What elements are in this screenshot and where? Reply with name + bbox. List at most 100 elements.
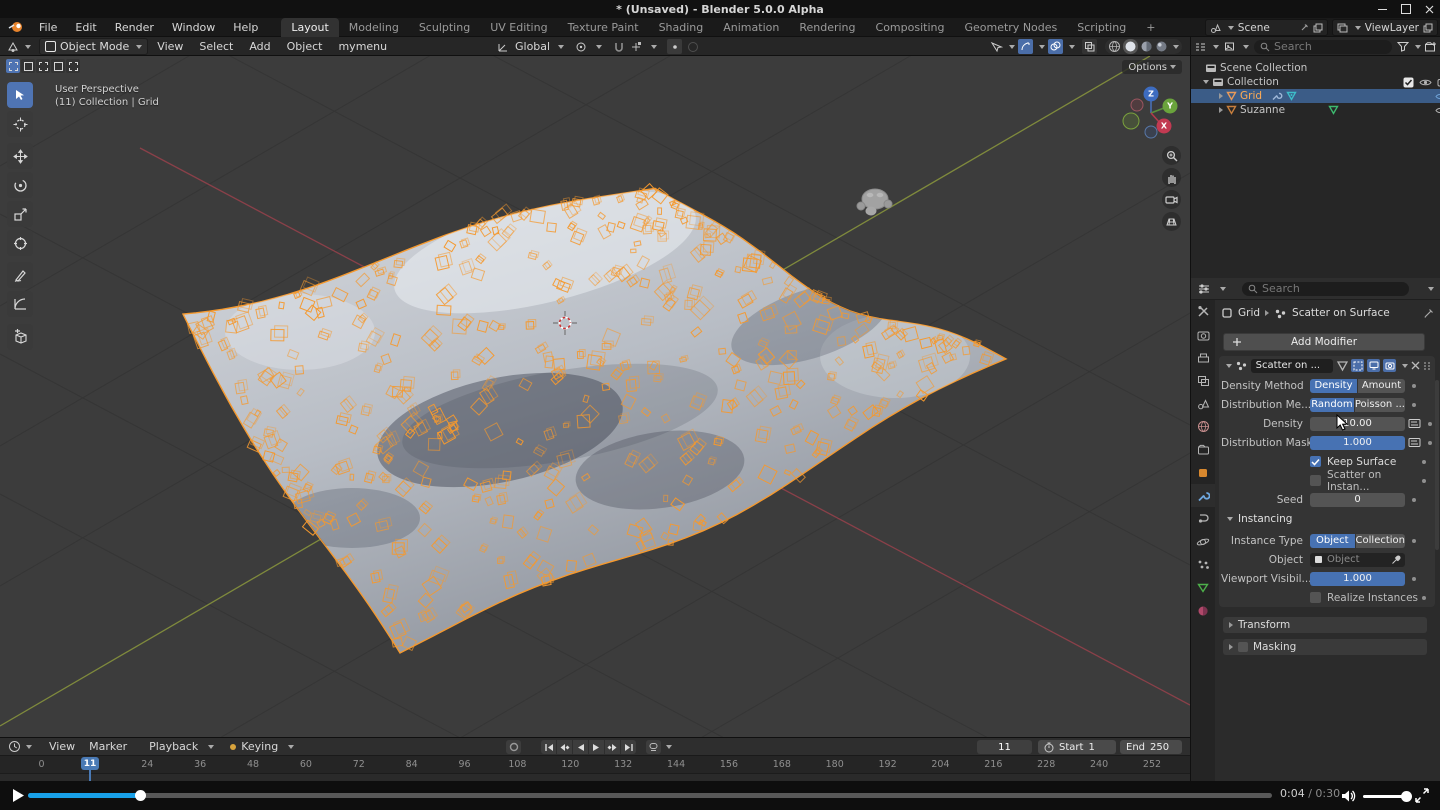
tab-layout[interactable]: Layout	[281, 18, 338, 37]
breadcrumb-modifier[interactable]: Scatter on Surface	[1292, 307, 1390, 319]
timeline-menu-view[interactable]: View	[42, 740, 82, 753]
tool-measure[interactable]	[7, 291, 33, 317]
editor-type-icon[interactable]	[6, 40, 20, 53]
blender-logo-icon[interactable]	[8, 21, 24, 33]
attribute-toggle-icon[interactable]	[1408, 418, 1421, 429]
distribution-poisson[interactable]: Poisson ...	[1355, 398, 1405, 412]
orthographic-toggle-button[interactable]	[1162, 212, 1181, 231]
jump-to-end-button[interactable]	[621, 740, 636, 754]
tab-object[interactable]	[1191, 461, 1215, 484]
orientation-label[interactable]: Global	[515, 40, 550, 53]
xray-toggle-icon[interactable]	[1082, 39, 1097, 54]
outliner-filter-id-icon[interactable]	[1224, 41, 1237, 53]
tab-rendering[interactable]: Rendering	[789, 18, 865, 37]
player-progress-track[interactable]	[28, 793, 1272, 798]
menu-file[interactable]: File	[30, 21, 66, 34]
volume-knob[interactable]	[1401, 791, 1412, 802]
outliner-row-suzanne[interactable]: Suzanne	[1191, 103, 1440, 117]
tool-rotate[interactable]	[7, 172, 33, 198]
modifier-panel-header[interactable]: Scatter on ...	[1219, 356, 1435, 375]
shading-rendered-icon[interactable]	[1155, 40, 1168, 53]
tab-view-layer[interactable]	[1191, 369, 1215, 392]
tab-particles[interactable]	[1191, 553, 1215, 576]
play-reverse-button[interactable]	[573, 740, 588, 754]
menu-help[interactable]: Help	[224, 21, 267, 34]
jump-to-start-button[interactable]	[541, 740, 556, 754]
modifier-extras-dropdown[interactable]	[1402, 364, 1408, 368]
animate-dot[interactable]	[1422, 596, 1426, 600]
hide-eye-icon[interactable]	[1435, 106, 1440, 115]
outliner-row-grid[interactable]: Grid	[1191, 89, 1440, 103]
animate-dot[interactable]	[1412, 539, 1416, 543]
menu-select[interactable]: Select	[192, 40, 240, 53]
select-mode-new[interactable]	[6, 59, 20, 73]
next-keyframe-button[interactable]	[605, 740, 620, 754]
outliner-row-scene-collection[interactable]: Scene Collection	[1191, 61, 1440, 75]
pin-icon[interactable]	[1300, 23, 1309, 32]
object-picker-field[interactable]: Object	[1310, 553, 1405, 567]
select-mode-extend[interactable]	[21, 59, 35, 73]
select-mode-subtract[interactable]	[36, 59, 50, 73]
shading-dropdown[interactable]	[1173, 45, 1179, 49]
attribute-toggle-icon[interactable]	[1408, 437, 1421, 448]
tool-transform[interactable]	[7, 230, 33, 256]
hide-eye-icon[interactable]	[1435, 92, 1440, 101]
seed-field[interactable]: 0	[1310, 493, 1405, 507]
select-mode-intersect[interactable]	[66, 59, 80, 73]
show-gizmo-visibility-icon[interactable]	[990, 41, 1003, 53]
tab-compositing[interactable]: Compositing	[866, 18, 955, 37]
menu-view[interactable]: View	[150, 40, 190, 53]
gizmo-axis-y[interactable]: Y	[1163, 99, 1178, 114]
navigation-gizmo[interactable]: Z Y X	[1118, 80, 1184, 146]
modifier-on-cage-icon[interactable]	[1336, 360, 1349, 372]
maximize-button[interactable]	[1401, 4, 1411, 14]
frame-end-field[interactable]: End250	[1120, 740, 1182, 754]
modifier-realtime-icon[interactable]	[1367, 359, 1380, 372]
tab-scene[interactable]	[1191, 392, 1215, 415]
properties-scrollbar[interactable]	[1435, 380, 1439, 550]
minimize-button[interactable]	[1378, 9, 1387, 10]
animate-dot[interactable]	[1412, 577, 1416, 581]
snap-magnet-icon[interactable]	[613, 41, 625, 53]
tab-constraints[interactable]	[1191, 507, 1215, 530]
pin-icon[interactable]	[1423, 308, 1434, 319]
animate-dot[interactable]	[1422, 460, 1426, 464]
proportional-editing-icon[interactable]	[667, 39, 682, 54]
transform-section-header[interactable]: Transform	[1223, 617, 1427, 633]
tool-scale[interactable]	[7, 201, 33, 227]
snap-target-icon[interactable]	[630, 41, 643, 53]
timeline-menu-playback[interactable]: Playback	[142, 740, 205, 753]
tab-world[interactable]	[1191, 415, 1215, 438]
outliner-display-mode-icon[interactable]	[1194, 41, 1207, 53]
frame-start-field[interactable]: Start1	[1038, 740, 1116, 754]
animate-dot[interactable]	[1428, 441, 1432, 445]
timeline-editor-icon[interactable]	[8, 740, 21, 753]
pan-hand-button[interactable]	[1162, 168, 1181, 187]
tool-annotate[interactable]	[7, 262, 33, 288]
copy-viewlayer-icon[interactable]	[1423, 23, 1433, 33]
gizmo-axis-x[interactable]: X	[1157, 119, 1172, 134]
select-mode-invert[interactable]	[51, 59, 65, 73]
tab-collection[interactable]	[1191, 438, 1215, 461]
add-modifier-button[interactable]: Add Modifier	[1223, 333, 1425, 351]
menu-edit[interactable]: Edit	[66, 21, 105, 34]
tab-output[interactable]	[1191, 346, 1215, 369]
tool-cursor[interactable]	[7, 111, 33, 137]
view-layer-selector[interactable]: ViewLayer	[1332, 19, 1438, 36]
options-dropdown[interactable]: Options	[1122, 60, 1182, 74]
volume-icon[interactable]	[1341, 789, 1357, 803]
animate-dot[interactable]	[1412, 403, 1416, 407]
menu-mymenu[interactable]: mymenu	[331, 40, 394, 53]
tool-select-box[interactable]	[7, 82, 33, 108]
gizmo-axis-neg-x[interactable]	[1131, 99, 1143, 111]
animate-dot[interactable]	[1428, 422, 1432, 426]
tab-geometry-nodes[interactable]: Geometry Nodes	[954, 18, 1067, 37]
drag-handle-icon[interactable]	[1423, 361, 1431, 370]
viewport-visibility-slider[interactable]: 1.000	[1310, 572, 1405, 586]
gizmo-axis-neg-z[interactable]	[1145, 126, 1157, 138]
viewport-3d[interactable]: User Perspective (11) Collection | Grid …	[0, 56, 1190, 737]
menu-render[interactable]: Render	[106, 21, 163, 34]
camera-view-button[interactable]	[1162, 190, 1181, 209]
player-play-button[interactable]	[12, 788, 25, 803]
density-field[interactable]: 10.00	[1310, 417, 1405, 431]
